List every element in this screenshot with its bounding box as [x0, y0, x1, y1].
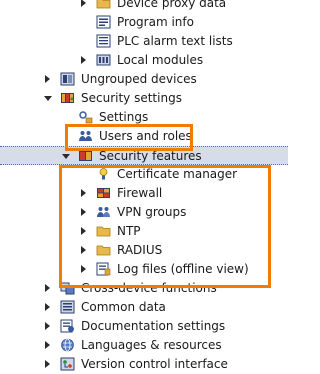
highlight-users-and-roles — [65, 124, 193, 151]
expand-arrow-icon[interactable] — [45, 303, 50, 311]
expand-arrow-icon[interactable] — [81, 56, 86, 64]
tree-item-languages-resources[interactable]: Languages & resources — [0, 336, 288, 355]
folder-icon — [96, 0, 111, 10]
settings-icon — [78, 110, 93, 124]
tree-item-label: Local modules — [117, 53, 204, 67]
tree-item-label: Documentation settings — [81, 319, 226, 333]
expand-arrow-icon[interactable] — [45, 284, 50, 292]
tree-item-label: Security features — [99, 149, 202, 163]
common-data-icon — [60, 300, 75, 314]
tree-item-label: Common data — [81, 300, 166, 314]
expand-arrow-icon[interactable] — [81, 0, 86, 7]
tree-item-label: Settings — [99, 110, 149, 124]
local-modules-icon — [96, 53, 111, 67]
version-control-icon — [60, 357, 75, 371]
security-settings-icon — [60, 91, 75, 105]
tree-item-version-control-interface[interactable]: Version control interface — [0, 355, 288, 374]
tree-item-label: Program info — [117, 15, 194, 29]
tree-item-documentation-settings[interactable]: Documentation settings — [0, 317, 288, 336]
tree-item-plc-alarm-text-lists[interactable]: PLC alarm text lists — [0, 32, 288, 51]
expand-arrow-icon[interactable] — [45, 322, 50, 330]
collapse-arrow-icon[interactable] — [62, 154, 70, 159]
tree-item-device-proxy-data[interactable]: Device proxy data — [0, 0, 288, 13]
expand-arrow-icon[interactable] — [45, 75, 50, 83]
collapse-arrow-icon[interactable] — [44, 96, 52, 101]
tree-item-label: Languages & resources — [81, 338, 222, 352]
tree-item-common-data[interactable]: Common data — [0, 298, 288, 317]
documentation-settings-icon — [60, 319, 75, 333]
tree-item-local-modules[interactable]: Local modules — [0, 51, 288, 70]
languages-resources-icon — [60, 338, 75, 352]
tree-item-label: Ungrouped devices — [81, 72, 197, 86]
tree-item-program-info[interactable]: Program info — [0, 13, 288, 32]
tree-item-security-settings[interactable]: Security settings — [0, 89, 288, 108]
alarm-text-list-icon — [96, 34, 111, 48]
tree-item-ungrouped-devices[interactable]: Ungrouped devices — [0, 70, 288, 89]
tree-item-label: Device proxy data — [117, 0, 227, 10]
highlight-security-features-children — [59, 165, 271, 288]
ungrouped-devices-icon — [60, 72, 75, 86]
security-features-icon — [78, 149, 93, 163]
expand-arrow-icon[interactable] — [45, 341, 50, 349]
tree-item-label: Security settings — [81, 91, 182, 105]
expand-arrow-icon[interactable] — [45, 360, 50, 368]
program-info-icon — [96, 15, 111, 29]
tree-item-label: PLC alarm text lists — [117, 34, 233, 48]
